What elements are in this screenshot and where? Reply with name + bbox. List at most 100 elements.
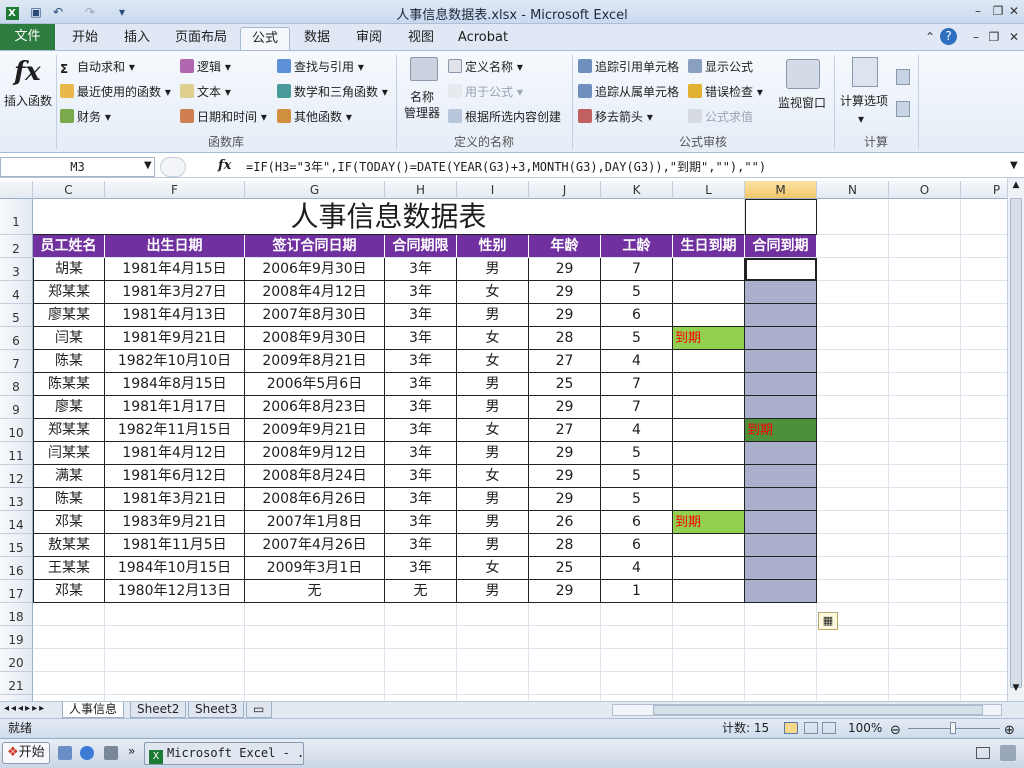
table-cell[interactable]: 1981年3月27日 <box>105 281 245 304</box>
contract-due-cell[interactable] <box>745 396 817 419</box>
cell[interactable] <box>961 258 1007 281</box>
tab-page-layout[interactable]: 页面布局 <box>164 27 238 50</box>
table-cell[interactable]: 4 <box>601 419 673 442</box>
cell[interactable] <box>889 235 961 258</box>
birthday-due-cell[interactable] <box>673 258 745 281</box>
table-cell[interactable]: 1984年10月15日 <box>105 557 245 580</box>
cell[interactable] <box>889 419 961 442</box>
table-cell[interactable]: 男 <box>457 534 529 557</box>
table-cell[interactable]: 29 <box>529 465 601 488</box>
table-cell[interactable]: 3年 <box>385 350 457 373</box>
employee-name-cell[interactable]: 闫某某 <box>33 442 105 465</box>
column-header-f[interactable]: F <box>105 181 245 199</box>
logical-button[interactable]: 逻辑 ▾ <box>180 57 231 77</box>
table-cell[interactable]: 5 <box>601 488 673 511</box>
scroll-up-icon[interactable]: ▲ <box>1010 180 1022 194</box>
table-cell[interactable]: 29 <box>529 396 601 419</box>
employee-name-cell[interactable]: 胡某 <box>33 258 105 281</box>
cell[interactable] <box>817 327 889 350</box>
more-functions-button[interactable]: 其他函数 ▾ <box>277 107 352 127</box>
cell[interactable] <box>745 626 817 649</box>
autofill-options-icon[interactable]: ▦ <box>818 612 838 630</box>
table-cell[interactable]: 3年 <box>385 304 457 327</box>
cell[interactable] <box>889 511 961 534</box>
birthday-due-cell[interactable] <box>673 442 745 465</box>
tab-home[interactable]: 开始 <box>58 27 112 50</box>
tab-insert[interactable]: 插入 <box>112 27 162 50</box>
workbook-close-icon[interactable]: ✕ <box>1004 28 1024 46</box>
cell[interactable] <box>889 281 961 304</box>
table-cell[interactable]: 28 <box>529 327 601 350</box>
table-cell[interactable]: 25 <box>529 557 601 580</box>
cell[interactable] <box>889 199 961 235</box>
employee-name-cell[interactable]: 敖某某 <box>33 534 105 557</box>
table-cell[interactable]: 6 <box>601 534 673 557</box>
employee-name-cell[interactable]: 邓某 <box>33 580 105 603</box>
text-button[interactable]: 文本 ▾ <box>180 82 231 102</box>
cell[interactable] <box>889 258 961 281</box>
table-cell[interactable]: 1981年4月15日 <box>105 258 245 281</box>
row-header[interactable]: 11 <box>0 442 33 465</box>
cell[interactable] <box>889 603 961 626</box>
sheet-title[interactable]: 人事信息数据表 <box>33 199 745 235</box>
table-cell[interactable]: 29 <box>529 258 601 281</box>
employee-name-cell[interactable]: 廖某某 <box>33 304 105 327</box>
table-cell[interactable]: 7 <box>601 396 673 419</box>
show-formulas-button[interactable]: 显示公式 <box>688 57 753 77</box>
cell[interactable] <box>961 281 1007 304</box>
table-cell[interactable]: 女 <box>457 327 529 350</box>
header-cell[interactable]: 生日到期 <box>673 235 745 258</box>
header-cell[interactable]: 员工姓名 <box>33 235 105 258</box>
cell[interactable] <box>817 350 889 373</box>
define-name-button[interactable]: 定义名称 ▾ <box>448 57 523 77</box>
table-cell[interactable]: 2009年9月21日 <box>245 419 385 442</box>
birthday-due-cell[interactable] <box>673 534 745 557</box>
cell[interactable] <box>817 199 889 235</box>
column-header-i[interactable]: I <box>457 181 529 199</box>
contract-due-cell[interactable] <box>745 327 817 350</box>
table-cell[interactable]: 男 <box>457 304 529 327</box>
table-cell[interactable]: 1983年9月21日 <box>105 511 245 534</box>
row-header[interactable]: 7 <box>0 350 33 373</box>
cell[interactable] <box>33 649 105 672</box>
keyboard-tray-icon[interactable] <box>976 747 990 759</box>
column-header-o[interactable]: O <box>889 181 961 199</box>
table-cell[interactable]: 男 <box>457 511 529 534</box>
cell[interactable] <box>817 281 889 304</box>
contract-due-cell[interactable] <box>745 580 817 603</box>
page-break-view-icon[interactable] <box>822 722 836 734</box>
contract-due-cell[interactable] <box>745 511 817 534</box>
vertical-scrollbar[interactable]: ▲ ▼ <box>1007 178 1024 701</box>
cell[interactable] <box>889 304 961 327</box>
cell[interactable] <box>889 534 961 557</box>
birthday-due-cell[interactable] <box>673 396 745 419</box>
table-cell[interactable]: 7 <box>601 373 673 396</box>
insert-function-button[interactable]: 插入函数 <box>4 91 52 111</box>
row-header[interactable]: 6 <box>0 327 33 350</box>
column-header-g[interactable]: G <box>245 181 385 199</box>
contract-due-cell[interactable] <box>745 258 817 281</box>
error-checking-button[interactable]: 错误检查 ▾ <box>688 82 763 102</box>
table-cell[interactable]: 4 <box>601 557 673 580</box>
row-header[interactable]: 18 <box>0 603 33 626</box>
row-header[interactable]: 15 <box>0 534 33 557</box>
cell[interactable] <box>961 396 1007 419</box>
cell[interactable] <box>745 672 817 695</box>
tab-file[interactable]: 文件 <box>0 24 55 50</box>
cell[interactable] <box>817 649 889 672</box>
table-cell[interactable]: 3年 <box>385 373 457 396</box>
cell[interactable] <box>961 199 1007 235</box>
start-button[interactable]: ❖开始 <box>2 742 50 764</box>
taskbar-excel-item[interactable]: X Microsoft Excel - ... <box>144 742 304 765</box>
table-cell[interactable]: 29 <box>529 580 601 603</box>
quicklaunch-icon[interactable] <box>104 746 118 760</box>
table-cell[interactable]: 5 <box>601 327 673 350</box>
row-header[interactable]: 10 <box>0 419 33 442</box>
select-all-corner[interactable] <box>0 181 33 199</box>
tab-data[interactable]: 数据 <box>292 27 342 50</box>
contract-due-cell[interactable] <box>745 534 817 557</box>
row-header[interactable]: 16 <box>0 557 33 580</box>
cell[interactable] <box>601 603 673 626</box>
fx-icon[interactable]: fx <box>14 57 41 87</box>
table-cell[interactable]: 2007年4月26日 <box>245 534 385 557</box>
